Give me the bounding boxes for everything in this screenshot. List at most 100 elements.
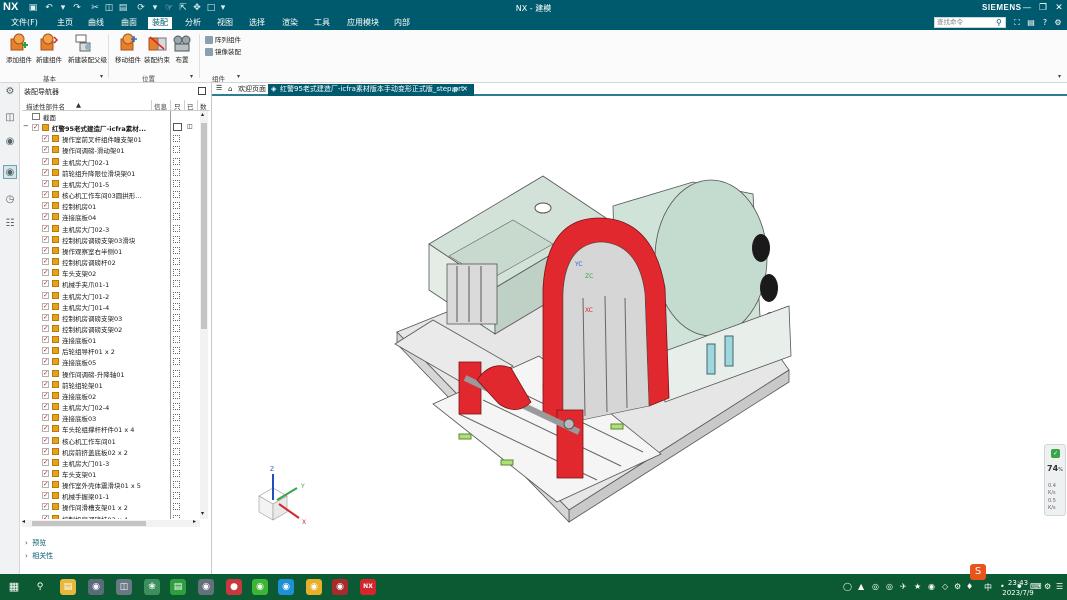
tab-welcome[interactable]: ⌂ 欢迎页面 xyxy=(226,84,266,96)
row-checkbox[interactable] xyxy=(42,447,49,455)
app-icon[interactable]: ◉ xyxy=(306,579,322,595)
group-basic-dropdown-icon[interactable]: ▾ xyxy=(100,73,103,80)
tree-row[interactable]: 主机房大门01-4 xyxy=(22,301,200,312)
row-info-icon[interactable] xyxy=(173,291,180,299)
row-checkbox[interactable] xyxy=(42,157,49,165)
root-info-icon[interactable] xyxy=(173,123,182,132)
row-checkbox[interactable] xyxy=(42,145,49,154)
row-checkbox[interactable] xyxy=(42,224,49,232)
tree-row[interactable]: 连接底板05 xyxy=(22,356,200,367)
tray-icon[interactable]: ⚙ xyxy=(1044,582,1051,591)
wechat-icon[interactable]: ◉ xyxy=(252,579,268,595)
row-info-icon[interactable] xyxy=(173,380,180,388)
help-icon[interactable]: ? xyxy=(1040,18,1050,28)
app-icon[interactable]: ❀ xyxy=(144,579,160,595)
row-checkbox[interactable] xyxy=(42,469,49,477)
tree-row[interactable]: 操作室前叉杆组件瞳支架01 xyxy=(22,133,200,144)
root-load-icon[interactable]: ◫ xyxy=(187,123,193,130)
column-header-readonly[interactable]: 只 xyxy=(174,101,181,111)
tree-row[interactable]: 前轮组升降限位滑块架01 xyxy=(22,167,200,178)
horizontal-scrollbar[interactable]: ◂ ▸ xyxy=(22,518,200,527)
tree-row[interactable]: 控制机房调磅支架02 xyxy=(22,323,200,334)
row-info-icon[interactable] xyxy=(173,302,180,310)
menu-curve[interactable]: 曲线 xyxy=(88,17,104,29)
tree-row[interactable]: 操作间滑槽支架01 x 2 xyxy=(22,501,200,512)
tree-row[interactable]: 车头支架01 xyxy=(22,468,200,479)
row-checkbox[interactable] xyxy=(42,514,49,519)
row-info-icon[interactable] xyxy=(173,358,180,366)
row-checkbox[interactable] xyxy=(42,313,49,321)
row-checkbox[interactable] xyxy=(42,357,49,366)
tree-row[interactable]: 车头支架02 xyxy=(22,267,200,278)
column-header-name[interactable]: 描述性部件名 xyxy=(26,101,65,111)
app-icon[interactable]: ◉ xyxy=(198,579,214,595)
tray-icon[interactable]: ◎ xyxy=(886,582,893,591)
new-parent-button[interactable]: 新建装配父级 xyxy=(68,33,107,64)
row-info-icon[interactable] xyxy=(173,391,180,399)
row-info-icon[interactable] xyxy=(173,235,180,243)
row-info-icon[interactable] xyxy=(173,224,180,232)
row-checkbox[interactable] xyxy=(42,413,49,422)
tree-row[interactable]: 主机房大门01-5 xyxy=(22,178,200,189)
row-info-icon[interactable] xyxy=(173,324,180,332)
row-info-icon[interactable] xyxy=(173,213,180,221)
row-info-icon[interactable] xyxy=(173,470,180,477)
tree-row[interactable]: 连接底板04 xyxy=(22,211,200,222)
tree-row[interactable]: 核心机工作车间03圆拱形... xyxy=(22,189,200,200)
row-info-icon[interactable] xyxy=(173,503,180,511)
column-separator[interactable] xyxy=(197,100,198,111)
ime-mode-icon[interactable]: • xyxy=(986,566,1002,582)
menu-surface[interactable]: 曲面 xyxy=(121,17,137,29)
tree-row[interactable]: 前轮组轮架01 xyxy=(22,379,200,390)
column-header-modified[interactable]: 已 xyxy=(187,101,194,111)
tab-list-icon[interactable]: ☰ xyxy=(216,84,222,92)
tree-section-row[interactable]: 截面 xyxy=(22,111,200,122)
row-checkbox[interactable] xyxy=(42,257,49,266)
row-checkbox[interactable] xyxy=(42,235,49,243)
row-checkbox[interactable] xyxy=(42,291,49,299)
tree-row[interactable]: 机房前挤盖底板02 x 2 xyxy=(22,446,200,457)
row-info-icon[interactable] xyxy=(173,481,180,489)
reuse-library-icon[interactable]: ☷ xyxy=(3,217,17,231)
tree-row[interactable]: 主机房大门02-3 xyxy=(22,223,200,234)
row-checkbox[interactable] xyxy=(42,268,49,277)
tree-row[interactable]: 主机房大门01-2 xyxy=(22,290,200,301)
edge-icon[interactable]: ◉ xyxy=(278,579,294,595)
tree-row[interactable]: 控制机房调磅杆02 xyxy=(22,256,200,267)
settings-icon[interactable]: ⚙ xyxy=(1053,18,1063,28)
move-component-button[interactable]: 移动组件 xyxy=(113,33,143,64)
help-tray-icon[interactable]: ◯ xyxy=(843,582,852,591)
row-info-icon[interactable] xyxy=(173,157,180,165)
tab-options-icon[interactable]: ▤ xyxy=(452,84,458,95)
tree-row[interactable]: 控制机房01 xyxy=(22,200,200,211)
add-component-button[interactable]: 添加组件 xyxy=(4,33,34,64)
tree-row[interactable]: 连接底板03 xyxy=(22,412,200,423)
scroll-down-icon[interactable]: ▾ xyxy=(201,510,204,517)
collapse-toggle-icon[interactable]: − xyxy=(23,122,29,130)
scroll-left-icon[interactable]: ◂ xyxy=(22,518,25,525)
tree-row[interactable]: 主机房大门01-3 xyxy=(22,457,200,468)
column-separator[interactable] xyxy=(170,100,171,111)
maximize-panel-icon[interactable] xyxy=(198,87,206,95)
sort-ascending-icon[interactable]: ▲ xyxy=(76,101,81,109)
tree-row[interactable]: 控制机房调磅支架03 xyxy=(22,312,200,323)
mirror-assembly-button[interactable]: 镜像装配 xyxy=(205,46,241,56)
windows-start-icon[interactable]: ▦ xyxy=(6,579,22,595)
menu-assembly[interactable]: 装配 xyxy=(148,17,172,29)
root-checkbox[interactable] xyxy=(32,123,39,132)
search-icon[interactable]: ⚲ xyxy=(996,18,1005,27)
row-info-icon[interactable] xyxy=(173,514,180,519)
row-info-icon[interactable] xyxy=(173,135,180,143)
restore-button[interactable]: ❐ xyxy=(1036,1,1050,15)
row-checkbox[interactable] xyxy=(42,201,49,210)
app-icon[interactable]: ◉ xyxy=(88,579,104,595)
row-info-icon[interactable] xyxy=(173,369,180,377)
row-checkbox[interactable] xyxy=(42,179,49,187)
menu-home[interactable]: 主页 xyxy=(57,17,73,29)
tree-row[interactable]: 控制机房调磅杆03 x 4 xyxy=(22,513,200,519)
row-checkbox[interactable] xyxy=(42,424,49,433)
tray-icon[interactable]: ◉ xyxy=(928,582,935,591)
arrange-button[interactable]: 布置 xyxy=(167,33,197,64)
row-checkbox[interactable] xyxy=(42,302,49,310)
row-info-icon[interactable] xyxy=(173,447,180,455)
